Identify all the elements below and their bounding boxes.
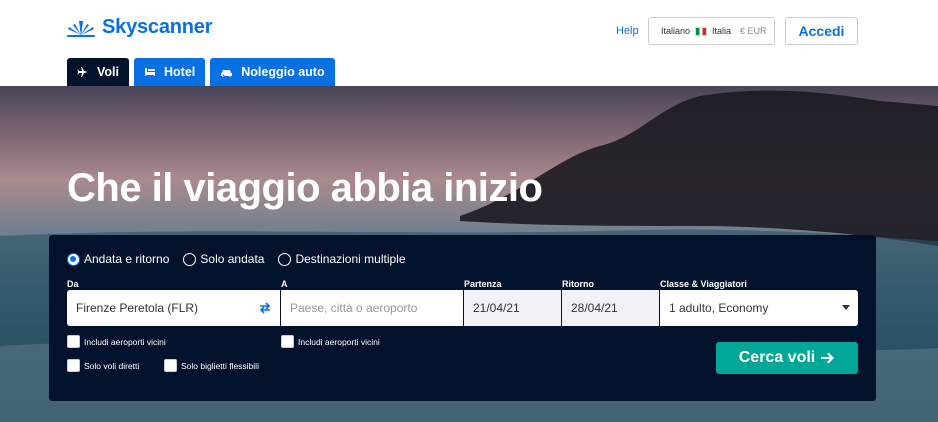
cabin-value: 1 adulto, Economy: [669, 301, 769, 315]
depart-label: Partenza: [464, 279, 502, 289]
hero-title: Che il viaggio abbia inizio: [67, 166, 543, 210]
chevron-down-icon: [842, 305, 850, 310]
login-button[interactable]: Accedi: [785, 17, 858, 45]
flexible-tickets-checkbox[interactable]: Solo biglietti flessibili: [164, 359, 259, 372]
radio-round-trip-label: Andata e ritorno: [84, 252, 170, 266]
country-label: Italia: [712, 26, 732, 36]
depart-value: 21/04/21: [473, 301, 520, 315]
tab-car-hire-label: Noleggio auto: [241, 65, 325, 79]
nearby-to-checkbox[interactable]: Includi aeroporti vicini: [281, 335, 380, 348]
radio-multi-city-label: Destinazioni multiple: [295, 252, 406, 266]
product-tabs: Voli Hotel Noleggio auto: [67, 58, 335, 86]
checkbox-icon: [67, 359, 80, 372]
depart-date-input[interactable]: 21/04/21: [464, 290, 561, 326]
plane-icon: [77, 67, 88, 77]
flight-search-panel: Andata e ritorno Solo andata Destinazion…: [49, 235, 876, 401]
site-header: Skyscanner Help Italiano Italia € EUR Ac…: [0, 0, 938, 86]
tab-flights-label: Voli: [97, 65, 119, 79]
search-flights-button[interactable]: Cerca voli: [716, 342, 858, 374]
tab-hotels[interactable]: Hotel: [134, 58, 206, 86]
return-date-input[interactable]: 28/04/21: [562, 290, 659, 326]
bed-icon: [145, 68, 155, 76]
language-label: Italiano: [661, 26, 691, 36]
tab-car-hire[interactable]: Noleggio auto: [210, 58, 335, 86]
brand-name: Skyscanner: [102, 16, 213, 38]
italy-flag-icon: [695, 26, 708, 36]
tab-flights[interactable]: Voli: [67, 58, 129, 86]
from-input[interactable]: Firenze Peretola (FLR): [67, 290, 280, 326]
checkbox-icon: [281, 335, 294, 348]
nearby-from-checkbox[interactable]: Includi aeroporti vicini: [67, 335, 166, 348]
radio-round-trip[interactable]: Andata e ritorno: [67, 252, 169, 266]
radio-unselected-icon: [183, 252, 197, 266]
return-label: Ritorno: [562, 279, 594, 289]
to-input[interactable]: Paese, città o aeroporto: [281, 290, 463, 326]
trip-type-group: Andata e ritorno Solo andata Destinazion…: [67, 252, 406, 266]
direct-flights-label: Solo voli diretti: [84, 360, 140, 371]
from-label: Da: [67, 279, 79, 289]
from-value: Firenze Peretola (FLR): [76, 301, 199, 315]
to-label: A: [281, 279, 288, 289]
nearby-to-label: Includi aeroporti vicini: [298, 336, 380, 347]
radio-one-way[interactable]: Solo andata: [183, 252, 264, 266]
checkbox-icon: [67, 335, 80, 348]
direct-flights-checkbox[interactable]: Solo voli diretti: [67, 359, 139, 372]
arrow-right-icon: [821, 352, 835, 364]
tab-hotels-label: Hotel: [164, 65, 196, 79]
swap-icon[interactable]: [258, 301, 272, 315]
search-flights-label: Cerca voli: [738, 349, 816, 366]
flexible-tickets-label: Solo biglietti flessibili: [181, 360, 259, 371]
sunrise-logo-icon: [67, 20, 95, 37]
skyscanner-logo[interactable]: Skyscanner: [66, 16, 212, 39]
radio-selected-icon: [67, 252, 80, 266]
radio-unselected-icon: [278, 252, 292, 266]
currency-label: € EUR: [740, 26, 767, 36]
car-icon: [221, 70, 233, 77]
hero-banner: Che il viaggio abbia inizio Andata e rit…: [0, 86, 938, 422]
cabin-travellers-select[interactable]: 1 adulto, Economy: [660, 290, 858, 326]
locale-selector[interactable]: Italiano Italia € EUR: [648, 17, 775, 45]
to-placeholder: Paese, città o aeroporto: [290, 301, 418, 315]
cabin-label: Classe & Viaggiatori: [660, 279, 747, 289]
radio-multi-city[interactable]: Destinazioni multiple: [278, 252, 406, 266]
help-link[interactable]: Help: [616, 25, 639, 37]
nearby-from-label: Includi aeroporti vicini: [84, 336, 166, 347]
checkbox-icon: [164, 359, 177, 372]
return-value: 28/04/21: [571, 301, 618, 315]
radio-one-way-label: Solo andata: [200, 252, 265, 266]
